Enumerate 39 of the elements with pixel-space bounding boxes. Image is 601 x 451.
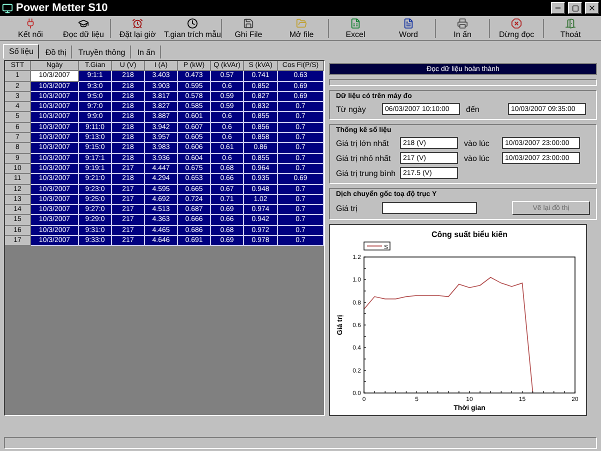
printer-icon xyxy=(457,18,468,29)
field-label: Giá trị xyxy=(336,204,358,212)
window-title: Power Metter S10 xyxy=(16,2,109,14)
toolbar-button[interactable]: Đặt lại giờ xyxy=(111,17,164,40)
toolbar-button[interactable]: Excel xyxy=(329,17,382,40)
toolbar-button[interactable]: Đọc dữ liệu xyxy=(57,17,110,40)
field-label: Giá trị lớn nhất xyxy=(336,138,390,148)
app-icon xyxy=(2,2,13,14)
toolbar-button[interactable]: Ghi File xyxy=(222,17,275,40)
spreadsheet-icon xyxy=(350,18,361,29)
toolbar-button[interactable]: Dừng đọc xyxy=(490,17,544,40)
toolbar-button[interactable]: Kết nối xyxy=(4,17,58,40)
toolbar-button[interactable]: In ấn xyxy=(436,17,490,40)
field-label: vào lúc xyxy=(464,154,490,162)
folder-icon xyxy=(296,18,307,29)
field-label: Giá trị nhỏ nhất xyxy=(336,154,392,162)
door-icon xyxy=(565,18,576,29)
graduation-cap-icon xyxy=(78,18,90,29)
stop-icon xyxy=(511,18,522,29)
field-label: Giá trị trung bình xyxy=(336,168,394,178)
minimize-button[interactable] xyxy=(551,2,565,14)
field-label: Từ ngày xyxy=(336,104,367,114)
toolbar-button[interactable]: Word xyxy=(382,17,436,40)
clock-icon xyxy=(187,18,198,29)
toolbar-button[interactable]: Mở file xyxy=(274,17,328,40)
maximize-button[interactable] xyxy=(568,2,582,14)
close-icon xyxy=(588,4,596,12)
input-field[interactable] xyxy=(382,202,477,214)
toolbar-button[interactable]: T.gian trích mẫu xyxy=(164,17,221,40)
field-label: vào lúc xyxy=(464,138,490,148)
close-button[interactable] xyxy=(585,2,599,14)
chart-title: Công suất biểu kiến xyxy=(432,230,508,239)
alarm-clock-icon xyxy=(132,18,144,29)
document-icon xyxy=(403,18,414,29)
field-label: đến xyxy=(466,104,480,114)
toolbar-button[interactable]: Thoát xyxy=(544,17,598,40)
tab[interactable]: Số liệu xyxy=(3,44,40,59)
plug-icon xyxy=(25,18,36,29)
maximize-icon xyxy=(572,4,578,12)
